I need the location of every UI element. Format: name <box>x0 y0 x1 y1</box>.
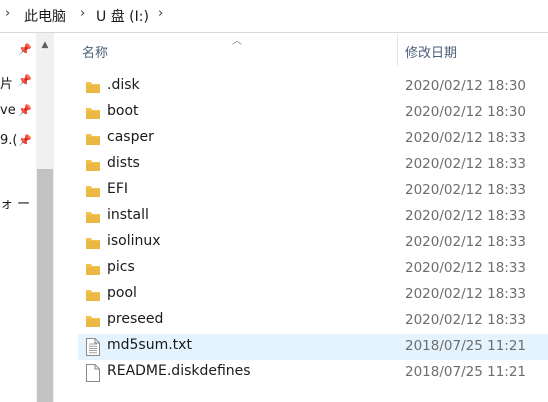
date-modified: 2018/07/25 11:21 <box>405 364 527 380</box>
date-modified: 2020/02/12 18:33 <box>405 182 527 198</box>
date-modified: 2020/02/12 18:33 <box>405 234 527 250</box>
folder-icon <box>86 108 100 119</box>
folder-row[interactable]: install 2020/02/12 18:33 <box>78 204 548 230</box>
nav-item[interactable]: ォ ー <box>0 193 30 212</box>
breadcrumb-this-pc[interactable]: 此电脑 <box>24 6 66 26</box>
file-name: md5sum.txt <box>107 337 192 353</box>
nav-scroll-thumb[interactable] <box>37 169 53 402</box>
file-name: README.diskdefines <box>107 363 251 379</box>
folder-icon <box>86 134 100 145</box>
pin-icon: 📌 <box>18 43 32 56</box>
date-modified: 2018/07/25 11:21 <box>405 338 527 354</box>
file-name: .disk <box>107 77 140 93</box>
column-header-name[interactable]: 名称 <box>82 42 108 61</box>
folder-icon <box>86 212 100 223</box>
file-icon <box>86 364 100 382</box>
text-file-icon <box>86 338 100 356</box>
pin-icon: 📌 <box>18 104 32 117</box>
column-divider[interactable] <box>397 34 398 66</box>
breadcrumb-usb-drive[interactable]: U 盘 (I:) <box>96 6 149 26</box>
navigation-pane: 📌 片 📌 ve 📌 9.( 📌 ォ ー ▲ <box>0 33 56 402</box>
date-modified: 2020/02/12 18:33 <box>405 130 527 146</box>
date-modified: 2020/02/12 18:33 <box>405 286 527 302</box>
nav-item[interactable]: 9.( <box>0 133 17 148</box>
folder-icon <box>86 290 100 301</box>
address-bar[interactable]: › 此电脑 › U 盘 (I:) › <box>0 0 548 33</box>
nav-item[interactable]: 片 <box>0 73 13 92</box>
column-header-date-modified[interactable]: 修改日期 <box>405 42 457 61</box>
file-name: dists <box>107 155 140 171</box>
file-name: install <box>107 207 149 223</box>
sort-ascending-icon: ︿ <box>232 36 242 47</box>
folder-row[interactable]: casper 2020/02/12 18:33 <box>78 126 548 152</box>
date-modified: 2020/02/12 18:33 <box>405 312 527 328</box>
date-modified: 2020/02/12 18:33 <box>405 156 527 172</box>
scroll-up-arrow-icon[interactable]: ▲ <box>36 37 54 53</box>
folder-row[interactable]: pool 2020/02/12 18:33 <box>78 282 548 308</box>
file-name: preseed <box>107 311 164 327</box>
folder-row[interactable]: EFI 2020/02/12 18:33 <box>78 178 548 204</box>
folder-row[interactable]: dists 2020/02/12 18:33 <box>78 152 548 178</box>
date-modified: 2020/02/12 18:33 <box>405 208 527 224</box>
folder-icon <box>86 160 100 171</box>
file-row[interactable]: md5sum.txt 2018/07/25 11:21 <box>78 334 548 360</box>
file-name: EFI <box>107 181 129 197</box>
chevron-right-icon[interactable]: › <box>80 6 85 21</box>
file-name: pool <box>107 285 137 301</box>
file-name: boot <box>107 103 139 119</box>
folder-row[interactable]: .disk 2020/02/12 18:30 <box>78 74 548 100</box>
folder-icon <box>86 316 100 327</box>
file-name: casper <box>107 129 154 145</box>
file-name: pics <box>107 259 135 275</box>
pin-icon: 📌 <box>18 74 32 87</box>
chevron-right-icon[interactable]: › <box>5 6 10 21</box>
date-modified: 2020/02/12 18:33 <box>405 260 527 276</box>
pin-icon: 📌 <box>18 134 32 147</box>
folder-row[interactable]: pics 2020/02/12 18:33 <box>78 256 548 282</box>
folder-row[interactable]: isolinux 2020/02/12 18:33 <box>78 230 548 256</box>
folder-icon <box>86 238 100 249</box>
date-modified: 2020/02/12 18:30 <box>405 78 527 94</box>
folder-row[interactable]: preseed 2020/02/12 18:33 <box>78 308 548 334</box>
folder-icon <box>86 264 100 275</box>
nav-item[interactable]: ve <box>0 103 16 118</box>
folder-row[interactable]: boot 2020/02/12 18:30 <box>78 100 548 126</box>
file-row[interactable]: README.diskdefines 2018/07/25 11:21 <box>78 360 548 386</box>
folder-icon <box>86 82 100 93</box>
folder-icon <box>86 186 100 197</box>
chevron-right-icon[interactable]: › <box>158 6 163 21</box>
date-modified: 2020/02/12 18:30 <box>405 104 527 120</box>
file-name: isolinux <box>107 233 161 249</box>
